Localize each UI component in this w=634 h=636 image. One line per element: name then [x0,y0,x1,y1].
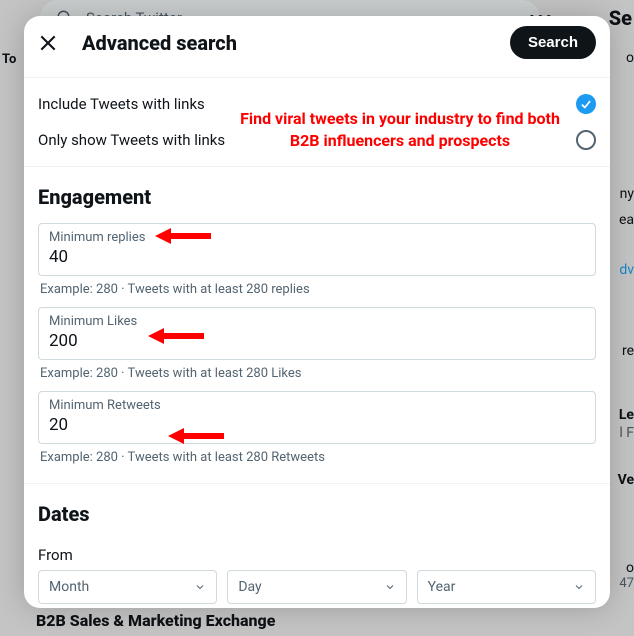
search-button[interactable]: Search [510,26,596,59]
bg-fragment: Se [609,6,632,30]
check-icon [579,97,593,111]
divider [24,166,610,167]
day-select[interactable]: Day [227,570,406,604]
only-links-label: Only show Tweets with links [38,131,225,149]
chevron-down-icon [194,581,206,593]
min-retweets-input[interactable] [49,415,585,435]
close-button[interactable] [38,33,58,53]
min-replies-hint: Example: 280 · Tweets with at least 280 … [38,276,596,297]
bg-fragment: Le [619,407,634,423]
bg-fragment: dv [619,262,634,278]
min-retweets-group: Minimum Retweets Example: 280 · Tweets w… [24,391,610,475]
min-likes-hint: Example: 280 · Tweets with at least 280 … [38,360,596,381]
modal-body: Include Tweets with links Only show Twee… [24,86,610,608]
include-links-row: Include Tweets with links [24,86,610,122]
bg-fragment: 47 [619,576,634,591]
month-select[interactable]: Month [38,570,217,604]
min-retweets-label: Minimum Retweets [49,398,585,413]
divider [24,77,610,78]
bg-fragment: o [626,50,634,66]
day-select-label: Day [238,579,261,595]
year-select[interactable]: Year [417,570,596,604]
date-row: Month Day Year [24,570,610,608]
bg-fragment-bottom: B2B Sales & Marketing Exchange [36,611,275,630]
bg-fragment: o [626,560,634,576]
include-links-label: Include Tweets with links [38,95,205,113]
modal-header: Advanced search Search [24,16,610,69]
min-likes-input[interactable] [49,331,585,351]
min-replies-group: Minimum replies Example: 280 · Tweets wi… [24,223,610,307]
bg-fragment: l F [619,425,634,441]
min-retweets-hint: Example: 280 · Tweets with at least 280 … [38,444,596,465]
close-icon [38,33,58,53]
only-links-row: Only show Tweets with links [24,122,610,158]
min-likes-field[interactable]: Minimum Likes [38,307,596,360]
from-label: From [24,540,610,570]
advanced-search-modal: Advanced search Search Include Tweets wi… [24,16,610,608]
min-likes-label: Minimum Likes [49,314,585,329]
min-replies-input[interactable] [49,247,585,267]
divider [24,483,610,484]
bg-fragment: ea [619,212,634,228]
chevron-down-icon [384,581,396,593]
modal-title: Advanced search [82,31,486,55]
min-replies-field[interactable]: Minimum replies [38,223,596,276]
engagement-heading: Engagement [24,175,610,223]
bg-fragment: To [2,52,16,67]
dates-heading: Dates [24,492,610,540]
year-select-label: Year [428,579,456,595]
bg-fragment: ny [620,186,634,202]
bg-fragment: Ve [618,472,634,488]
bg-fragment: re [622,343,634,359]
min-likes-group: Minimum Likes Example: 280 · Tweets with… [24,307,610,391]
include-links-checkbox[interactable] [576,94,596,114]
chevron-down-icon [573,581,585,593]
month-select-label: Month [49,579,89,595]
min-retweets-field[interactable]: Minimum Retweets [38,391,596,444]
min-replies-label: Minimum replies [49,230,585,245]
only-links-radio[interactable] [576,130,596,150]
